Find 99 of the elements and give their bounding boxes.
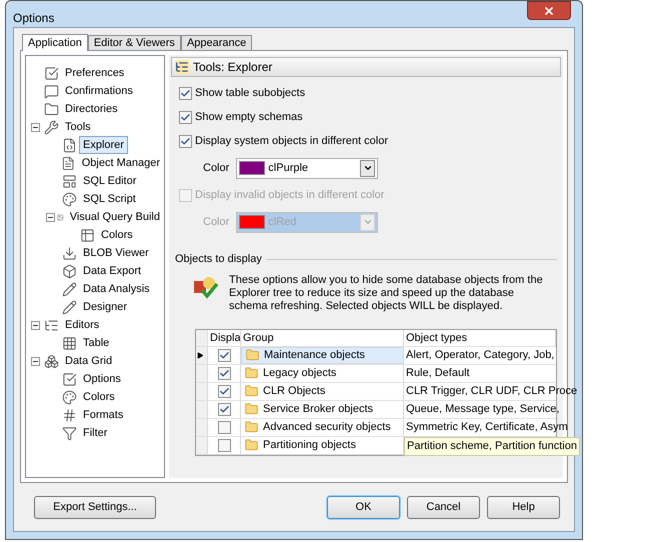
- tree-item[interactable]: SQL Script: [79, 190, 140, 208]
- tree-icon: [44, 318, 59, 332]
- tree-icon: [175, 60, 189, 74]
- code-file-icon: [62, 138, 77, 152]
- close-icon: [543, 4, 555, 16]
- close-button[interactable]: [527, 1, 571, 20]
- checkbox[interactable]: [218, 366, 230, 380]
- row-indicator[interactable]: [196, 346, 208, 364]
- color-label: Color: [203, 214, 230, 230]
- layout-icon: [62, 174, 77, 188]
- checkbox-label: Show table subobjects: [195, 86, 306, 101]
- tree-item[interactable]: Object Manager: [78, 154, 164, 172]
- types-cell-text: Alert, Operator, Category, Job,: [405, 348, 556, 362]
- tree-item[interactable]: Data Analysis: [79, 280, 154, 298]
- tab[interactable]: Application: [22, 34, 88, 51]
- checkbox[interactable]: [218, 348, 230, 362]
- types-cell-text: Rule, Default: [405, 366, 471, 380]
- tree-item[interactable]: Data Grid: [61, 352, 116, 370]
- types-cell-text: CLR Trigger, CLR UDF, CLR Proce: [405, 384, 578, 398]
- folder-icon: [244, 402, 259, 416]
- checkbox-label: Display invalid objects in different color: [195, 188, 384, 203]
- tree-item[interactable]: Visual Query Build: [66, 208, 164, 226]
- tree-item[interactable]: Data Export: [79, 262, 146, 280]
- checkbox-label: Show empty schemas: [195, 110, 303, 125]
- group-cell-text: Legacy objects: [263, 366, 336, 381]
- color-label: Color: [203, 160, 230, 176]
- tab[interactable]: Editor & Viewers: [88, 35, 181, 50]
- wrench-icon: [44, 120, 59, 134]
- tree-item[interactable]: Colors: [79, 388, 119, 406]
- tree-item[interactable]: Options: [79, 370, 125, 388]
- tree-item[interactable]: Explorer: [79, 136, 128, 154]
- folder-icon: [244, 420, 259, 434]
- checkbox-label: Display system objects in different color: [195, 134, 388, 149]
- group-cell-text: Partitioning objects: [263, 438, 356, 453]
- window-title: Options: [13, 10, 54, 27]
- pencil-icon: [62, 282, 77, 296]
- dialog-button[interactable]: Export Settings...: [34, 496, 156, 518]
- tab[interactable]: Appearance: [180, 35, 252, 50]
- checkbox[interactable]: [218, 384, 230, 398]
- types-cell-text: Queue, Message type, Service,: [405, 402, 560, 416]
- checkbox-icon: [44, 66, 59, 80]
- cube-icon: [62, 264, 77, 278]
- hash-icon: [62, 408, 77, 422]
- group-cell-text: Advanced security objects: [263, 420, 391, 435]
- tree-item[interactable]: Editors: [61, 316, 104, 334]
- tree-item[interactable]: Preferences: [61, 64, 128, 82]
- collapse-icon[interactable]: [30, 320, 40, 330]
- folder-icon: [244, 438, 259, 452]
- download-icon: [62, 246, 77, 260]
- tooltip: Partition scheme, Partition function: [404, 436, 580, 456]
- column-header[interactable]: Group: [241, 330, 404, 346]
- checkbox-icon: [62, 372, 77, 386]
- tree-item[interactable]: Designer: [79, 298, 132, 316]
- shapes-check-icon: [193, 276, 219, 300]
- checkbox[interactable]: [179, 134, 192, 148]
- pencil-icon: [62, 300, 77, 314]
- tree-item[interactable]: Table: [79, 334, 114, 352]
- checkbox[interactable]: [179, 86, 192, 100]
- dialog-button[interactable]: Cancel: [407, 496, 480, 518]
- palette-icon: [62, 192, 77, 206]
- folder-icon: [244, 384, 259, 398]
- color-dropdown[interactable]: clPurple: [236, 158, 378, 178]
- dialog-button[interactable]: Help: [487, 496, 560, 518]
- color-value: clPurple: [268, 160, 310, 176]
- table-icon: [80, 228, 95, 242]
- checkbox[interactable]: [218, 420, 230, 434]
- file-icon: [61, 156, 76, 170]
- checkbox[interactable]: [179, 110, 192, 124]
- grid-icon: [62, 336, 77, 350]
- color-value: clRed: [268, 214, 298, 230]
- description-text: These options allow you to hide some database objects from the Explorer tree to reduce its size and speed up the database schema refreshing. Selected objects WILL be displayed.: [229, 274, 544, 312]
- folder-icon: [244, 366, 259, 380]
- dialog-button[interactable]: OK: [327, 496, 400, 518]
- tree-item[interactable]: Directories: [61, 100, 122, 118]
- filter-icon: [62, 426, 77, 440]
- section-title: Objects to display: [175, 252, 262, 267]
- checkbox[interactable]: [218, 402, 230, 416]
- tree-item[interactable]: Colors: [97, 226, 137, 244]
- tree-item[interactable]: Formats: [79, 406, 128, 424]
- group-cell-text: CLR Objects: [263, 384, 326, 399]
- collapse-icon[interactable]: [30, 122, 40, 132]
- collapse-icon[interactable]: [46, 212, 55, 222]
- boxes-icon: [44, 354, 59, 368]
- tree-item[interactable]: Tools: [61, 118, 95, 136]
- group-cell-text: Service Broker objects: [263, 402, 374, 417]
- tree-item[interactable]: Filter: [79, 424, 112, 442]
- folder-icon: [245, 348, 260, 362]
- checkbox[interactable]: [218, 438, 230, 452]
- panel-title: Tools: Explorer: [193, 59, 272, 76]
- column-header[interactable]: Object types: [404, 330, 556, 346]
- tree-item[interactable]: BLOB Viewer: [79, 244, 153, 262]
- collapse-icon[interactable]: [30, 356, 40, 366]
- tree-item[interactable]: SQL Editor: [79, 172, 140, 190]
- dialog-icon: [44, 84, 59, 98]
- types-cell-text: Symmetric Key, Certificate, Asym: [405, 420, 569, 434]
- group-cell-text: Maintenance objects: [264, 348, 365, 363]
- palette-icon: [62, 390, 77, 404]
- folder-icon: [44, 102, 59, 116]
- tree-item[interactable]: Confirmations: [61, 82, 137, 100]
